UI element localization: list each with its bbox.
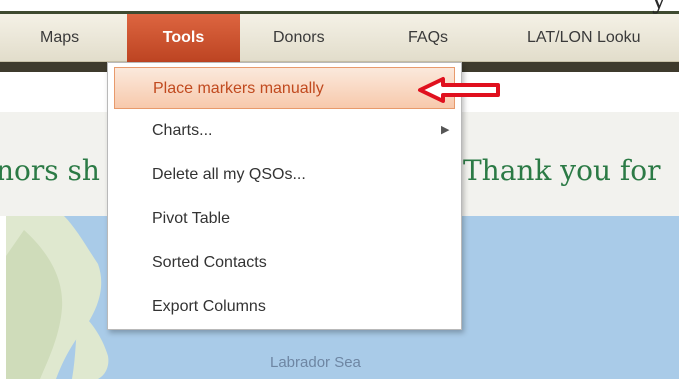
banner-text-left: nors sh bbox=[0, 154, 100, 187]
menu-item-label: Place markers manually bbox=[153, 80, 324, 97]
banner-text-right: Thank you for bbox=[463, 154, 661, 187]
nav-donors[interactable]: Donors bbox=[273, 14, 325, 62]
menu-item-export-columns[interactable]: Export Columns bbox=[114, 287, 455, 326]
menu-item-label: Delete all my QSOs... bbox=[152, 166, 306, 183]
nav-lat-lon-lookup[interactable]: LAT/LON Looku bbox=[527, 14, 641, 62]
nav-tools[interactable]: Tools bbox=[127, 14, 240, 62]
menu-item-label: Sorted Contacts bbox=[152, 254, 267, 271]
cropped-header-glyph: y bbox=[652, 0, 666, 12]
nav-maps[interactable]: Maps bbox=[40, 14, 79, 62]
menu-item-label: Pivot Table bbox=[152, 210, 230, 227]
map-label-labrador-sea: Labrador Sea bbox=[270, 354, 361, 371]
tools-dropdown-menu: Place markers manually Charts... ▶ Delet… bbox=[107, 62, 462, 330]
chevron-right-icon: ▶ bbox=[441, 124, 450, 136]
menu-item-charts[interactable]: Charts... ▶ bbox=[114, 111, 455, 150]
red-arrow-icon bbox=[418, 77, 500, 103]
menu-item-pivot-table[interactable]: Pivot Table bbox=[114, 199, 455, 238]
menu-item-label: Export Columns bbox=[152, 298, 266, 315]
menu-item-delete-all-my-qsos[interactable]: Delete all my QSOs... bbox=[114, 155, 455, 194]
menu-item-place-markers-manually[interactable]: Place markers manually bbox=[114, 67, 455, 109]
menu-item-label: Charts... bbox=[152, 122, 213, 139]
nav-faqs[interactable]: FAQs bbox=[408, 14, 448, 62]
main-navbar: Maps Tools Donors FAQs LAT/LON Looku bbox=[0, 14, 679, 62]
menu-item-sorted-contacts[interactable]: Sorted Contacts bbox=[114, 243, 455, 282]
